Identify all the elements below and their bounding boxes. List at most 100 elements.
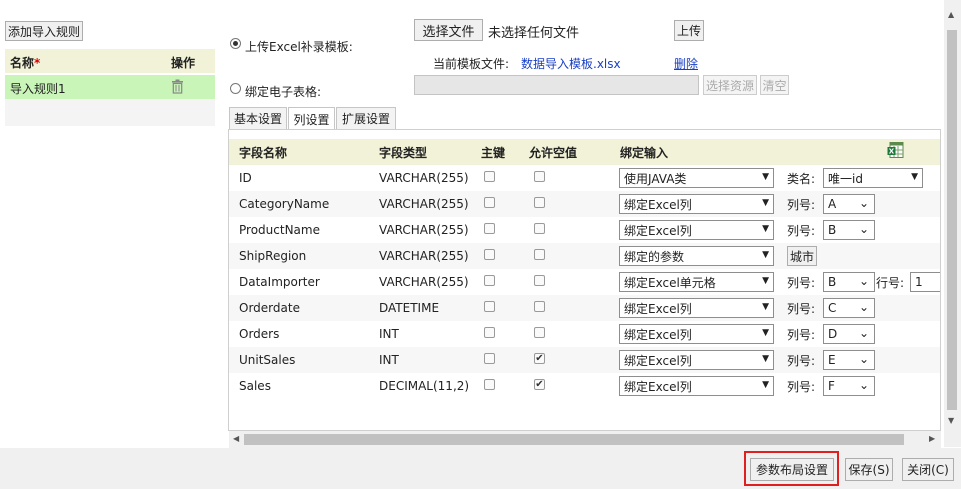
chevron-down-icon: ⌄ [858,300,869,314]
trash-icon[interactable] [171,79,184,97]
primary-key-checkbox[interactable] [484,249,495,260]
upload-template-radio[interactable] [230,38,241,49]
allow-null-checkbox[interactable] [534,275,545,286]
scroll-down-icon[interactable]: ▼ [948,416,954,425]
allow-null-checkbox[interactable] [534,197,545,208]
field-type-cell: VARCHAR(255) [379,171,469,185]
column-number-select[interactable]: D ⌄ [823,324,875,344]
primary-key-checkbox[interactable] [484,353,495,364]
extra-label: 列号: [787,275,816,290]
bind-input-select[interactable]: 绑定Excel列 ▼ [619,324,774,344]
allow-null-checkbox[interactable] [534,223,545,234]
bind-input-select[interactable]: 使用JAVA类 ▼ [619,168,774,188]
bind-input-select[interactable]: 绑定的参数 ▼ [619,246,774,266]
field-name-cell: CategoryName [239,197,330,211]
allow-null-checkbox[interactable] [534,301,545,312]
bind-input-value: 绑定Excel列 [624,301,692,316]
primary-key-header: 主键 [481,145,506,160]
column-number-select[interactable]: A ⌄ [823,194,875,214]
extra-label: 列号: [787,197,816,212]
bind-spreadsheet-radio[interactable] [230,83,241,94]
extra-value: C [828,301,837,315]
row-number-input[interactable]: 1 [910,272,940,292]
delete-template-link[interactable]: 删除 [674,55,698,72]
primary-key-checkbox[interactable] [484,171,495,182]
scroll-right-icon[interactable]: ▶ [929,434,935,443]
select-resource-button[interactable]: 选择资源 [703,75,757,95]
allow-null-checkbox[interactable] [534,171,545,182]
bind-spreadsheet-label: 绑定电子表格: [245,85,322,99]
chevron-down-icon: ⌄ [858,326,869,340]
field-type-cell: VARCHAR(255) [379,249,469,263]
field-name-cell: Orders [239,327,280,341]
chevron-down-icon: ⌄ [858,352,869,366]
bind-spreadsheet-field[interactable] [414,75,699,95]
excel-export-icon[interactable]: X [887,142,904,161]
bind-input-select[interactable]: 绑定Excel列 ▼ [619,298,774,318]
chevron-down-icon: ⌄ [858,196,869,210]
allow-null-checkbox[interactable] [534,327,545,338]
bind-input-select[interactable]: 绑定Excel列 ▼ [619,194,774,214]
scroll-up-icon[interactable]: ▲ [948,10,954,19]
primary-key-checkbox[interactable] [484,223,495,234]
param-city-button[interactable]: 城市 [787,246,817,266]
column-number-select[interactable]: F ⌄ [823,376,875,396]
tab-extension-settings[interactable]: 扩展设置 [336,107,396,129]
dropdown-arrow-icon: ▼ [762,354,769,364]
scroll-left-icon[interactable]: ◀ [233,434,239,443]
bind-input-value: 绑定Excel列 [624,327,692,342]
current-template-file-link[interactable]: 数据导入模板.xlsx [521,55,621,72]
bind-input-select[interactable]: 绑定Excel列 ▼ [619,350,774,370]
upload-button[interactable]: 上传 [674,20,704,41]
bind-input-select[interactable]: 绑定Excel列 ▼ [619,220,774,240]
horizontal-scroll-thumb[interactable] [244,434,904,445]
extra-value: B [828,275,837,289]
close-button[interactable]: 关闭(C) [902,458,954,481]
field-type-cell: DECIMAL(11,2) [379,379,470,393]
extra-value: E [828,353,836,367]
param-layout-button[interactable]: 参数布局设置 [750,458,834,481]
column-number-select[interactable]: B ⌄ [823,272,875,292]
allow-null-checkbox[interactable] [534,249,545,260]
svg-text:X: X [889,148,895,156]
bind-input-header: 绑定输入 [620,145,669,160]
column-number-select[interactable]: B ⌄ [823,220,875,240]
primary-key-checkbox[interactable] [484,327,495,338]
vertical-scroll-thumb[interactable] [947,30,957,410]
extra-value: D [828,327,838,341]
add-import-rule-button[interactable]: 添加导入规则 [5,21,83,41]
primary-key-checkbox[interactable] [484,275,495,286]
choose-file-button[interactable]: 选择文件 [414,19,483,41]
extra-value: F [828,379,835,393]
bind-input-value: 绑定Excel列 [624,223,692,238]
primary-key-checkbox[interactable] [484,197,495,208]
column-number-select[interactable]: E ⌄ [823,350,875,370]
column-number-select[interactable]: C ⌄ [823,298,875,318]
allow-null-header: 允许空值 [529,145,578,160]
tab-column-settings[interactable]: 列设置 [288,107,335,130]
save-button[interactable]: 保存(S) [845,458,893,481]
grid-header-row: 字段名称 字段类型 主键 允许空值 绑定输入 X [229,139,940,165]
extra-label: 列号: [787,223,816,238]
dropdown-arrow-icon: ▼ [762,380,769,390]
class-name-select[interactable]: 唯一id ▼ [823,168,923,188]
field-name-cell: DataImporter [239,275,320,289]
bind-input-select[interactable]: 绑定Excel列 ▼ [619,376,774,396]
bind-input-value: 绑定Excel单元格 [624,275,716,290]
rule-row[interactable]: 导入规则1 [5,75,215,99]
clear-button[interactable]: 清空 [760,75,789,95]
dropdown-arrow-icon: ▼ [762,328,769,338]
primary-key-checkbox[interactable] [484,301,495,312]
rule-list-header: 名称* 操作 [5,49,215,73]
bind-input-select[interactable]: 绑定Excel单元格 ▼ [619,272,774,292]
allow-null-checkbox[interactable]: ✔ [534,353,545,364]
primary-key-checkbox[interactable] [484,379,495,390]
field-name-cell: ProductName [239,223,320,237]
no-file-text: 未选择任何文件 [488,26,580,41]
field-name-cell: Orderdate [239,301,300,315]
allow-null-checkbox[interactable]: ✔ [534,379,545,390]
tab-basic-settings[interactable]: 基本设置 [229,107,287,129]
extra-label: 列号: [787,301,816,316]
action-column-header: 操作 [171,56,196,70]
dropdown-arrow-icon: ▼ [762,276,769,286]
